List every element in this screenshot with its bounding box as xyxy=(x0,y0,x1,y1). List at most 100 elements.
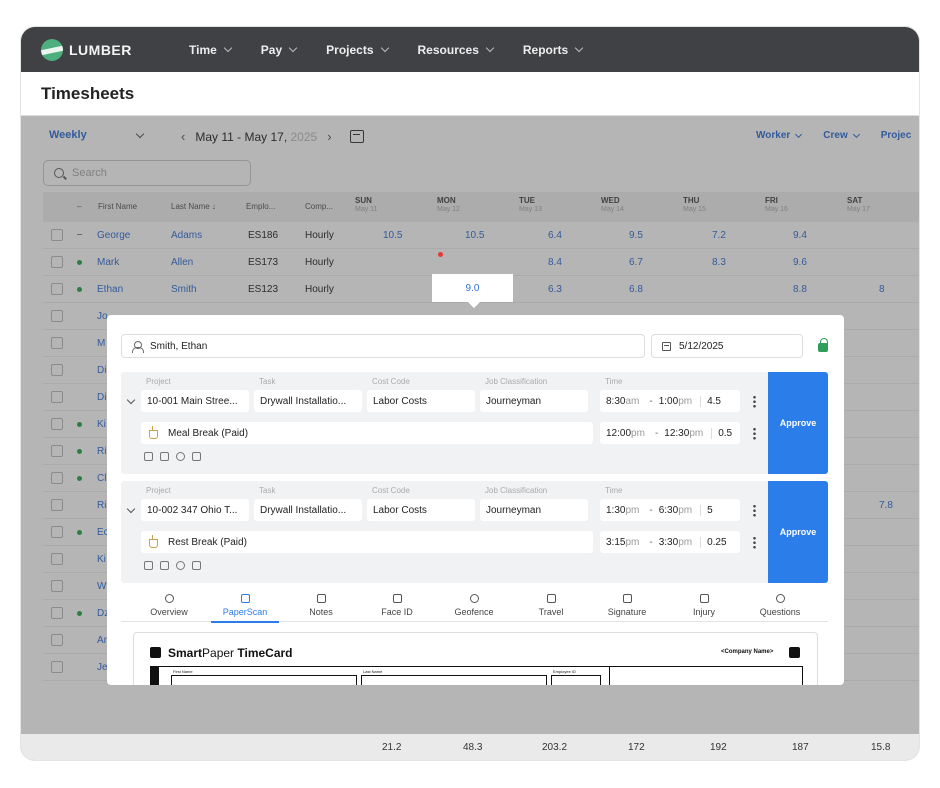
label-job-classification: Job Classification xyxy=(485,486,548,495)
worker-field[interactable]: Smith, Ethan xyxy=(121,334,645,358)
tab-notes-label: Notes xyxy=(309,606,333,617)
chevron-down-icon xyxy=(223,43,233,53)
paper-employee-id-box xyxy=(551,675,601,685)
tab-signature-label: Signature xyxy=(607,606,647,617)
paperscan-preview[interactable]: SmartPaper TimeCard <Company Name> First… xyxy=(133,632,818,685)
approve-button[interactable]: Approve xyxy=(768,481,828,583)
signature-icon xyxy=(622,593,632,603)
top-nav: LUMBER Time Pay Projects Resources Repor… xyxy=(21,27,919,72)
job-classification-select[interactable]: Journeyman xyxy=(480,499,588,521)
nav-time[interactable]: Time xyxy=(189,42,233,57)
time-separator: - xyxy=(654,427,659,439)
break-label: Meal Break (Paid) xyxy=(168,427,249,439)
nav-projects-label: Projects xyxy=(326,42,374,57)
qr-mark-icon xyxy=(789,647,800,658)
time-separator: - xyxy=(649,395,653,407)
tab-questions[interactable]: Questions xyxy=(742,588,818,622)
face-id-icon[interactable] xyxy=(176,452,185,461)
more-options-icon[interactable] xyxy=(753,504,756,517)
time-range-field[interactable]: 1:30 pm - 6:30 pm 5 xyxy=(600,499,740,521)
face-id-icon[interactable] xyxy=(176,561,185,570)
nav-pay[interactable]: Pay xyxy=(260,42,298,57)
entry-attachments xyxy=(144,452,201,461)
time-range-field[interactable]: 8:30 am - 1:00 pm 4.5 xyxy=(600,390,740,412)
job-classification-select[interactable]: Journeyman xyxy=(480,390,588,412)
label-time: Time xyxy=(605,377,623,386)
chevron-down-icon[interactable] xyxy=(126,504,136,514)
cost-code-select[interactable]: Labor Costs xyxy=(367,499,475,521)
tab-geofence[interactable]: Geofence xyxy=(436,588,512,622)
project-select[interactable]: 10-001 Main Stree... xyxy=(141,390,249,412)
tab-overview[interactable]: Overview xyxy=(131,588,207,622)
break-type-field[interactable]: Meal Break (Paid) xyxy=(141,422,593,444)
break-end: 12:30 xyxy=(664,427,690,439)
end-time: 6:30 xyxy=(658,504,679,516)
nav-resources[interactable]: Resources xyxy=(417,42,495,57)
nav-resources-label: Resources xyxy=(417,42,479,57)
label-project: Project xyxy=(146,377,171,386)
total-tue: 203.2 xyxy=(542,742,568,753)
project-select[interactable]: 10-002 347 Ohio T... xyxy=(141,499,249,521)
cost-code-select[interactable]: Labor Costs xyxy=(367,390,475,412)
nav-reports[interactable]: Reports xyxy=(522,42,584,57)
tab-injury[interactable]: Injury xyxy=(666,588,742,622)
nav-time-label: Time xyxy=(189,42,217,57)
info-icon xyxy=(164,593,174,603)
time-separator: - xyxy=(649,536,653,548)
timesheet-detail-modal: Smith, Ethan 5/12/2025 Project Task Cost… xyxy=(107,315,844,685)
question-icon xyxy=(775,593,785,603)
paper-title-regular: Paper xyxy=(202,646,235,660)
lock-icon[interactable] xyxy=(818,338,828,352)
break-end: 3:30 xyxy=(658,536,679,548)
signature-icon[interactable] xyxy=(192,452,201,461)
break-start-ampm: pm xyxy=(631,427,645,439)
coffee-icon xyxy=(149,426,158,439)
signature-icon[interactable] xyxy=(192,561,201,570)
chevron-down-icon xyxy=(380,43,389,53)
document-icon[interactable] xyxy=(160,452,169,461)
nav-pay-label: Pay xyxy=(260,42,283,57)
time-entry-2: Project Task Cost Code Job Classificatio… xyxy=(121,481,768,583)
break-time-field[interactable]: 12:00 pm - 12:30 pm 0.5 xyxy=(600,422,740,444)
nav-reports-label: Reports xyxy=(522,42,569,57)
tab-signature[interactable]: Signature xyxy=(589,588,665,622)
date-field[interactable]: 5/12/2025 xyxy=(651,334,803,358)
start-ampm: am xyxy=(625,395,640,407)
more-options-icon[interactable] xyxy=(753,427,756,440)
more-options-icon[interactable] xyxy=(753,395,756,408)
paperscan-icon[interactable] xyxy=(144,452,153,461)
tab-notes[interactable]: Notes xyxy=(283,588,359,622)
tab-paperscan[interactable]: PaperScan xyxy=(207,588,283,623)
start-time: 8:30 xyxy=(606,395,626,407)
paper-first-name-label: First Name xyxy=(173,669,193,674)
paperscan-icon[interactable] xyxy=(144,561,153,570)
logo-text: LUMBER xyxy=(69,41,132,58)
label-time: Time xyxy=(605,486,623,495)
break-time-field[interactable]: 3:15 pm - 3:30 pm 0.25 xyxy=(600,531,740,553)
tab-face-id[interactable]: Face ID xyxy=(359,588,435,622)
document-icon[interactable] xyxy=(160,561,169,570)
chevron-down-icon[interactable] xyxy=(126,395,136,405)
tab-paperscan-label: PaperScan xyxy=(222,606,268,617)
break-start: 12:00 xyxy=(606,427,632,439)
break-type-field[interactable]: Rest Break (Paid) xyxy=(141,531,593,553)
more-options-icon[interactable] xyxy=(753,536,756,549)
nav-projects[interactable]: Projects xyxy=(326,42,389,57)
approve-button[interactable]: Approve xyxy=(768,372,828,474)
paper-last-name-box xyxy=(361,675,547,685)
task-select[interactable]: Drywall Installatio... xyxy=(254,390,362,412)
tab-travel[interactable]: Travel xyxy=(513,588,589,622)
label-cost-code: Cost Code xyxy=(372,486,410,495)
paper-divider xyxy=(609,667,610,685)
logo[interactable]: LUMBER xyxy=(41,38,159,61)
coffee-icon xyxy=(149,535,158,548)
chevron-down-icon xyxy=(574,43,584,53)
paper-company: <Company Name> xyxy=(721,649,774,655)
tab-overview-label: Overview xyxy=(150,606,188,617)
selected-hours-value: 9.0 xyxy=(465,282,480,294)
selected-hours-cell[interactable]: 9.0 xyxy=(432,274,513,308)
break-end-ampm: pm xyxy=(689,427,704,439)
label-cost-code: Cost Code xyxy=(372,377,410,386)
tab-face-id-label: Face ID xyxy=(381,606,413,617)
task-select[interactable]: Drywall Installatio... xyxy=(254,499,362,521)
